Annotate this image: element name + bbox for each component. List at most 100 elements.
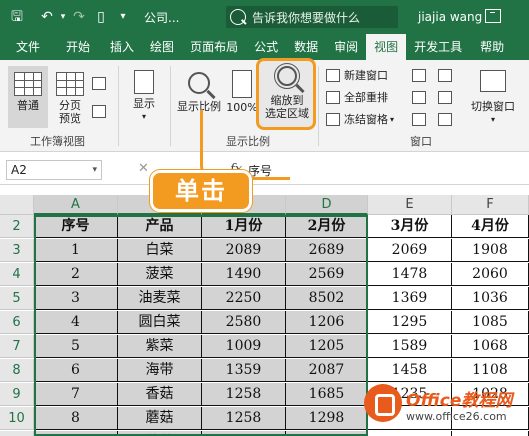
show-button[interactable]: 显示 ▾: [124, 66, 164, 123]
table-cell[interactable]: 2569: [286, 263, 368, 286]
unhide-button[interactable]: [412, 110, 430, 128]
sync-scroll-button[interactable]: [438, 88, 456, 106]
arrange-all-button[interactable]: 全部重排: [326, 88, 388, 106]
tab-insert[interactable]: 插入: [102, 34, 142, 60]
row-header[interactable]: 11: [0, 431, 34, 436]
table-header-cell[interactable]: 产品: [118, 215, 202, 238]
tab-help[interactable]: 帮助: [470, 34, 514, 60]
row-header[interactable]: 3: [0, 239, 34, 262]
table-cell[interactable]: 香菇: [118, 383, 202, 406]
table-header-cell[interactable]: 1月份: [202, 215, 286, 238]
table-cell[interactable]: 4: [34, 311, 118, 334]
table-cell[interactable]: 1206: [286, 311, 368, 334]
table-cell[interactable]: 菠菜: [118, 263, 202, 286]
table-cell[interactable]: 1258: [202, 407, 286, 430]
table-cell[interactable]: 1458: [368, 359, 452, 382]
table-cell[interactable]: 2087: [286, 359, 368, 382]
table-header-cell[interactable]: 3月份: [368, 215, 452, 238]
normal-view-button[interactable]: 普通: [8, 66, 48, 128]
table-cell[interactable]: 1589: [368, 335, 452, 358]
table-cell[interactable]: 1009: [202, 335, 286, 358]
new-window-button[interactable]: 新建窗口: [326, 66, 388, 84]
table-cell[interactable]: 1256: [202, 431, 286, 436]
row-header[interactable]: 8: [0, 359, 34, 382]
table-cell[interactable]: 8: [34, 407, 118, 430]
split-button[interactable]: [412, 66, 430, 84]
table-cell[interactable]: 7: [34, 383, 118, 406]
table-cell[interactable]: 白菜: [118, 239, 202, 262]
tab-formulas[interactable]: 公式: [246, 34, 286, 60]
name-box[interactable]: A2 ▾: [6, 160, 102, 180]
undo-icon[interactable]: ↶: [36, 0, 58, 34]
user-name[interactable]: jiajia wang: [418, 0, 482, 34]
table-cell[interactable]: 1108: [452, 359, 529, 382]
table-cell[interactable]: 1478: [368, 263, 452, 286]
table-cell[interactable]: 1258: [202, 383, 286, 406]
tab-data[interactable]: 数据: [286, 34, 326, 60]
table-cell[interactable]: 圆白菜: [118, 311, 202, 334]
table-cell[interactable]: 3: [34, 287, 118, 310]
table-cell[interactable]: 1: [34, 239, 118, 262]
table-header-cell[interactable]: 序号: [34, 215, 118, 238]
switch-window-button[interactable]: 切换窗口 ▾: [466, 66, 520, 126]
tab-home[interactable]: 开始: [54, 34, 102, 60]
save-icon[interactable]: 🖫: [6, 0, 28, 34]
column-header-f[interactable]: F: [452, 195, 529, 215]
column-header-e[interactable]: E: [368, 195, 452, 215]
undo-dropdown-icon[interactable]: ▾: [58, 0, 68, 34]
table-cell[interactable]: 9: [34, 431, 118, 436]
table-cell[interactable]: 1359: [202, 359, 286, 382]
table-cell[interactable]: 1205: [286, 335, 368, 358]
table-cell[interactable]: 1490: [202, 263, 286, 286]
table-cell[interactable]: 1908: [452, 239, 529, 262]
table-cell[interactable]: 2689: [286, 239, 368, 262]
corner-select-all[interactable]: [0, 195, 34, 215]
table-cell[interactable]: 1685: [286, 383, 368, 406]
tab-developer[interactable]: 开发工具: [406, 34, 470, 60]
table-header-cell[interactable]: 2月份: [286, 215, 368, 238]
row-header[interactable]: 5: [0, 287, 34, 310]
zoom-100-button[interactable]: 100%: [226, 66, 258, 114]
row-header[interactable]: 10: [0, 407, 34, 430]
table-cell[interactable]: 菜花: [118, 431, 202, 436]
tab-file[interactable]: 文件: [0, 34, 54, 60]
page-break-preview-button[interactable]: 分页 预览: [52, 66, 88, 125]
redo-icon[interactable]: ↷: [68, 0, 90, 34]
row-header[interactable]: 4: [0, 263, 34, 286]
cancel-icon[interactable]: ✕: [138, 161, 149, 176]
ribbon-display-options-icon[interactable]: [485, 9, 501, 23]
table-cell[interactable]: 1369: [368, 287, 452, 310]
tell-me-box[interactable]: 告诉我你想要做什么: [226, 6, 398, 28]
view-side-by-side-button[interactable]: [438, 66, 456, 84]
column-header-d[interactable]: D: [286, 195, 368, 215]
customize-qat-icon[interactable]: ▾: [112, 0, 134, 34]
custom-views-button[interactable]: [92, 102, 110, 120]
row-header[interactable]: 9: [0, 383, 34, 406]
tab-review[interactable]: 审阅: [326, 34, 366, 60]
page-layout-view-button[interactable]: [92, 74, 110, 92]
table-cell[interactable]: 8502: [286, 287, 368, 310]
table-cell[interactable]: 1085: [452, 311, 529, 334]
table-cell[interactable]: 蘑菇: [118, 407, 202, 430]
table-cell[interactable]: 紫菜: [118, 335, 202, 358]
table-cell[interactable]: 1036: [286, 431, 368, 436]
table-cell[interactable]: 2089: [202, 239, 286, 262]
column-header-a[interactable]: A: [34, 195, 118, 215]
table-header-cell[interactable]: 4月份: [452, 215, 529, 238]
table-cell[interactable]: [368, 431, 452, 436]
reset-position-button[interactable]: [438, 110, 456, 128]
table-cell[interactable]: [452, 431, 529, 436]
tab-draw[interactable]: 绘图: [142, 34, 182, 60]
row-header[interactable]: 7: [0, 335, 34, 358]
table-cell[interactable]: 2250: [202, 287, 286, 310]
freeze-panes-button[interactable]: 冻结窗格 ▾: [326, 110, 394, 128]
row-header[interactable]: 6: [0, 311, 34, 334]
table-cell[interactable]: 1295: [368, 311, 452, 334]
table-cell[interactable]: 6: [34, 359, 118, 382]
tab-view[interactable]: 视图: [366, 34, 407, 60]
hide-button[interactable]: [412, 88, 430, 106]
table-cell[interactable]: 2069: [368, 239, 452, 262]
table-cell[interactable]: 海带: [118, 359, 202, 382]
table-cell[interactable]: 1298: [286, 407, 368, 430]
tab-page-layout[interactable]: 页面布局: [182, 34, 246, 60]
